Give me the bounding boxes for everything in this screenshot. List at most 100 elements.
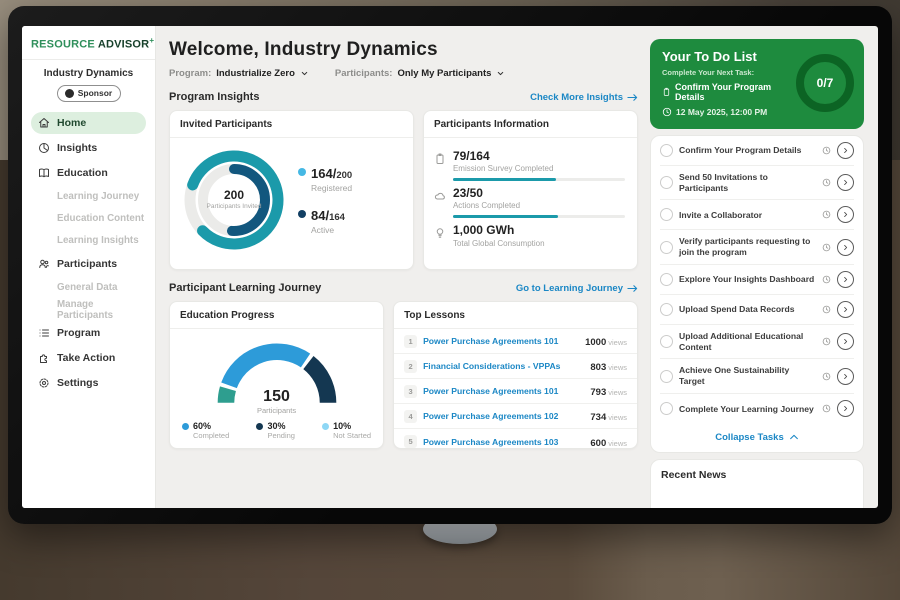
- task-checkbox[interactable]: [660, 303, 673, 316]
- legend-active: 84/164 Active: [298, 207, 352, 235]
- task-open-button[interactable]: [837, 174, 854, 191]
- lesson-link[interactable]: Power Purchase Agreements 103: [423, 437, 584, 447]
- task-row-upload-educational-content[interactable]: Upload Additional Educational Content: [660, 325, 854, 359]
- rank-badge: 4: [404, 410, 417, 423]
- sidebar-item-education[interactable]: Education: [31, 162, 146, 184]
- sidebar-item-take-action[interactable]: Take Action: [31, 347, 146, 369]
- bulb-icon: [434, 227, 446, 239]
- program-insights-row: Program Insights Check More Insights: [169, 91, 638, 103]
- task-checkbox[interactable]: [660, 335, 673, 348]
- recent-news-title: Recent News: [661, 469, 853, 481]
- rank-badge: 3: [404, 385, 417, 398]
- task-row-invite-collaborator[interactable]: Invite a Collaborator: [660, 200, 854, 230]
- task-row-upload-spend-data[interactable]: Upload Spend Data Records: [660, 295, 854, 325]
- stat-emission-survey: 79/164 Emission Survey Completed: [434, 150, 625, 181]
- sidebar-item-home[interactable]: Home: [31, 112, 146, 134]
- lesson-link[interactable]: Power Purchase Agreements 101: [423, 336, 579, 346]
- sidebar-item-settings[interactable]: Settings: [31, 372, 146, 394]
- donut-center-value: 200: [224, 188, 244, 202]
- sidebar-item-learning-insights[interactable]: Learning Insights: [31, 231, 146, 251]
- task-open-button[interactable]: [837, 239, 854, 256]
- sponsor-badge[interactable]: Sponsor: [57, 85, 121, 102]
- todo-subtitle: Complete Your Next Task:: [662, 68, 790, 77]
- clock-icon: [822, 146, 831, 155]
- sidebar-item-education-content[interactable]: Education Content: [31, 209, 146, 229]
- todo-hero-card: Your To Do List Complete Your Next Task:…: [650, 39, 864, 129]
- task-checkbox[interactable]: [660, 176, 673, 189]
- task-checkbox[interactable]: [660, 402, 673, 415]
- learning-cards-row: Education Progress 150 Participants: [169, 301, 638, 449]
- program-dropdown[interactable]: Program: Industrialize Zero: [169, 68, 309, 79]
- sidebar-item-manage-participants[interactable]: Manage Participants: [31, 300, 146, 320]
- card-title: Invited Participants: [170, 111, 413, 138]
- filter-bar: Program: Industrialize Zero Participants…: [169, 68, 638, 79]
- rank-badge: 1: [404, 335, 417, 348]
- lesson-link[interactable]: Power Purchase Agreements 102: [423, 411, 584, 421]
- rank-badge: 5: [404, 435, 417, 448]
- task-open-button[interactable]: [837, 206, 854, 223]
- clock-icon: [822, 404, 831, 413]
- task-row-confirm-program[interactable]: Confirm Your Program Details: [660, 136, 854, 166]
- todo-column: Your To Do List Complete Your Next Task:…: [650, 26, 878, 508]
- task-checkbox[interactable]: [660, 208, 673, 221]
- lesson-link[interactable]: Power Purchase Agreements 101: [423, 386, 584, 396]
- monitor-bezel: RESOURCE ADVISOR+ Industry Dynamics Spon…: [8, 6, 892, 524]
- chevron-down-icon: [300, 69, 309, 78]
- go-to-learning-journey-link[interactable]: Go to Learning Journey: [516, 283, 638, 294]
- task-open-button[interactable]: [837, 271, 854, 288]
- progress-bar: [453, 215, 558, 218]
- todo-task-list-card: Confirm Your Program Details Send 50 Inv…: [650, 135, 864, 453]
- arrow-right-icon: [627, 93, 638, 102]
- gauge-legend: 60% Completed 30% Pending 10% Not Starte…: [170, 413, 383, 440]
- task-row-explore-insights[interactable]: Explore Your Insights Dashboard: [660, 265, 854, 295]
- clock-icon: [822, 337, 831, 346]
- org-name: Industry Dynamics: [31, 68, 146, 79]
- lesson-row: 3 Power Purchase Agreements 101 793views: [394, 379, 637, 404]
- completed-dot-icon: [182, 423, 189, 430]
- task-open-button[interactable]: [837, 368, 854, 385]
- home-icon: [38, 117, 50, 129]
- sidebar-item-program[interactable]: Program: [31, 322, 146, 344]
- sidebar-item-insights[interactable]: Insights: [31, 137, 146, 159]
- sidebar-item-general-data[interactable]: General Data: [31, 278, 146, 298]
- clock-icon: [822, 275, 831, 284]
- learning-journey-row: Participant Learning Journey Go to Learn…: [169, 282, 638, 294]
- task-open-button[interactable]: [837, 400, 854, 417]
- todo-next-task[interactable]: Confirm Your Program Details: [662, 82, 790, 102]
- chevron-up-icon: [789, 433, 799, 441]
- legend-pending: 30% Pending: [256, 421, 295, 440]
- task-open-button[interactable]: [837, 142, 854, 159]
- sponsor-icon: [65, 89, 74, 98]
- task-row-send-invitations[interactable]: Send 50 Invitations to Participants: [660, 166, 854, 200]
- clock-icon: [662, 107, 672, 117]
- lesson-link[interactable]: Financial Considerations - VPPAs: [423, 361, 584, 371]
- task-row-achieve-target[interactable]: Achieve One Sustainability Target: [660, 359, 854, 393]
- lesson-row: 2 Financial Considerations - VPPAs 803vi…: [394, 354, 637, 379]
- active-dot-icon: [298, 210, 306, 218]
- legend-not-started: 10% Not Started: [322, 421, 371, 440]
- task-checkbox[interactable]: [660, 241, 673, 254]
- lesson-row: 4 Power Purchase Agreements 102 734views: [394, 404, 637, 429]
- task-open-button[interactable]: [837, 333, 854, 350]
- chevron-right-icon: [842, 179, 849, 186]
- participants-dropdown[interactable]: Participants: Only My Participants: [335, 68, 506, 79]
- chevron-right-icon: [842, 147, 849, 154]
- chevron-right-icon: [842, 306, 849, 313]
- task-row-complete-learning-journey[interactable]: Complete Your Learning Journey: [660, 394, 854, 424]
- rank-badge: 2: [404, 360, 417, 373]
- sidebar-item-learning-journey[interactable]: Learning Journey: [31, 187, 146, 207]
- divider: [22, 59, 155, 60]
- stat-consumption: 1,000 GWh Total Global Consumption: [434, 224, 625, 247]
- task-open-button[interactable]: [837, 301, 854, 318]
- check-more-insights-link[interactable]: Check More Insights: [530, 92, 638, 103]
- task-checkbox[interactable]: [660, 144, 673, 157]
- task-row-verify-participants[interactable]: Verify participants requesting to join t…: [660, 230, 854, 264]
- task-checkbox[interactable]: [660, 273, 673, 286]
- registered-dot-icon: [298, 168, 306, 176]
- invited-participants-card: Invited Participants 200 Participants In…: [169, 110, 414, 270]
- task-checkbox[interactable]: [660, 370, 673, 383]
- collapse-tasks-link[interactable]: Collapse Tasks: [660, 424, 854, 452]
- survey-icon: [434, 153, 446, 165]
- sidebar-item-participants[interactable]: Participants: [31, 253, 146, 275]
- chevron-right-icon: [842, 211, 849, 218]
